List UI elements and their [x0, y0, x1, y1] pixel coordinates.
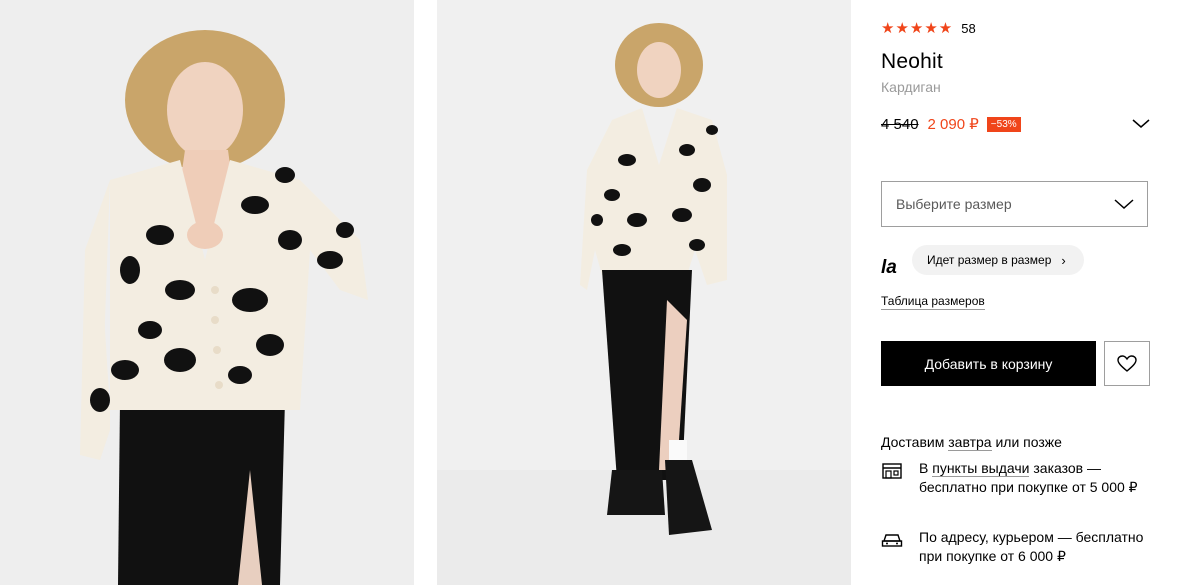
size-select-placeholder: Выберите размер [896, 196, 1012, 212]
product-photo-2[interactable] [437, 0, 851, 585]
delivery-heading-post: или позже [991, 434, 1062, 450]
product-category: Кардиган [881, 79, 941, 95]
delivery-option-pickup-text: В пункты выдачи заказов — бесплатно при … [919, 459, 1151, 497]
delivery-option-courier-text: По адресу, курьером — бесплатно при поку… [919, 529, 1144, 564]
size-select[interactable]: Выберите размер [881, 181, 1148, 227]
heart-icon [1117, 354, 1137, 372]
fit-logo: la [881, 257, 897, 278]
fit-badge[interactable]: Идет размер в размер › [912, 245, 1084, 275]
rating-stars: ★★★★★ [881, 20, 954, 37]
price-row: 4 540 2 090 ₽ −53% [881, 114, 1151, 134]
chevron-right-icon: › [1061, 252, 1066, 268]
product-image-closeup [0, 0, 414, 585]
favorite-button[interactable] [1104, 341, 1150, 386]
size-table-link[interactable]: Таблица размеров [881, 294, 985, 310]
old-price: 4 540 [881, 115, 919, 133]
pickup-points-link[interactable]: пункты выдачи [932, 460, 1030, 477]
chevron-down-icon[interactable] [1131, 116, 1151, 130]
rating-count: 58 [961, 21, 976, 36]
fit-label: Идет размер в размер [927, 253, 1052, 267]
delivery-heading: Доставим завтра или позже [881, 434, 1062, 451]
pickup-text-pre: В [919, 460, 933, 476]
new-price: 2 090 ₽ [927, 116, 979, 133]
rating[interactable]: ★★★★★ 58 [881, 20, 976, 38]
pickup-point-icon [882, 463, 902, 479]
product-image-fullbody [437, 0, 851, 585]
chevron-down-icon [1114, 199, 1134, 210]
brand-name[interactable]: Neohit [881, 50, 943, 74]
product-photo-1[interactable] [0, 0, 414, 585]
car-icon [881, 534, 903, 547]
delivery-date-link[interactable]: завтра [948, 434, 992, 451]
discount-badge: −53% [986, 116, 1021, 132]
delivery-heading-pre: Доставим [881, 434, 949, 450]
add-to-cart-button[interactable]: Добавить в корзину [881, 341, 1096, 386]
